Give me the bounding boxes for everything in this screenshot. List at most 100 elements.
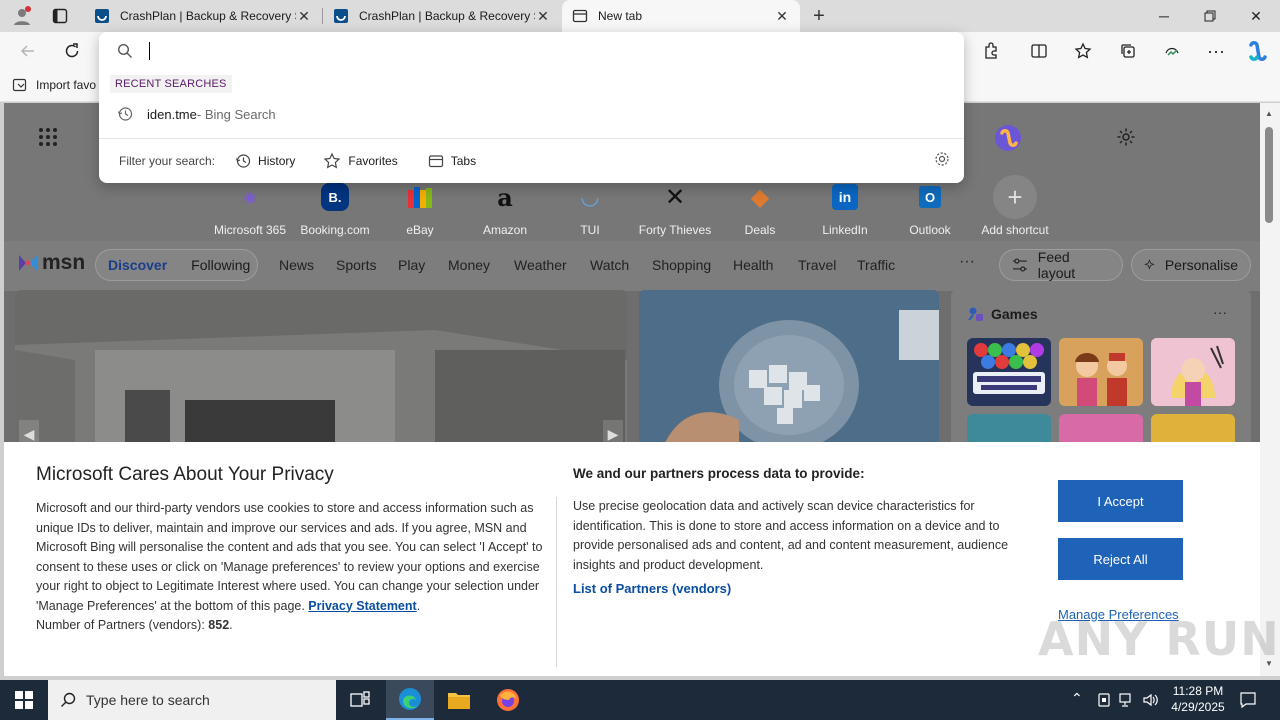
shortcut-ebay[interactable]: eBay bbox=[380, 175, 460, 237]
building-photo bbox=[15, 290, 627, 460]
back-arrow-icon[interactable] bbox=[13, 37, 43, 65]
hero-news-image[interactable]: ◀ ▶ bbox=[15, 290, 627, 460]
apps-grid-icon[interactable] bbox=[38, 127, 58, 150]
scrollbar-thumb[interactable] bbox=[1265, 127, 1273, 223]
more-menu-icon[interactable]: ··· bbox=[1201, 37, 1231, 65]
games-more-icon[interactable]: ··· bbox=[1213, 304, 1227, 320]
tab-title: New tab bbox=[598, 9, 643, 23]
nav-health[interactable]: Health bbox=[733, 257, 773, 273]
secondary-news-image[interactable] bbox=[639, 290, 939, 460]
collections-icon[interactable] bbox=[1113, 37, 1143, 65]
nav-watch[interactable]: Watch bbox=[590, 257, 629, 273]
copilot-icon[interactable] bbox=[1243, 37, 1273, 65]
refresh-icon[interactable] bbox=[57, 37, 87, 65]
personalise-button[interactable]: Personalise bbox=[1131, 249, 1251, 281]
tab-title: CrashPlan | Backup & Recovery S bbox=[359, 9, 535, 23]
filter-favorites-label: Favorites bbox=[348, 154, 398, 168]
nav-shopping[interactable]: Shopping bbox=[652, 257, 711, 273]
game-characters-image bbox=[1059, 338, 1143, 406]
close-tab-icon[interactable]: ✕ bbox=[535, 8, 551, 25]
shortcut-add[interactable]: + Add shortcut bbox=[975, 175, 1055, 237]
game-tile-bubble-shooter[interactable] bbox=[967, 338, 1051, 406]
shortcut-forty-thieves[interactable]: ✕ Forty Thieves bbox=[635, 175, 715, 238]
task-view-icon[interactable] bbox=[336, 680, 384, 720]
profile-icon[interactable] bbox=[8, 4, 36, 28]
feed-layout-label: Feed layout bbox=[1037, 249, 1076, 281]
shortcut-outlook[interactable]: O Outlook bbox=[890, 175, 970, 237]
accept-button[interactable]: I Accept bbox=[1058, 480, 1183, 522]
settings-gear-icon[interactable] bbox=[934, 151, 950, 167]
tab-crashplan-1[interactable]: CrashPlan | Backup & Recovery S ✕ bbox=[84, 0, 322, 32]
shortcut-linkedin[interactable]: in LinkedIn bbox=[805, 175, 885, 237]
tab-new-tab[interactable]: New tab ✕ bbox=[562, 0, 800, 32]
nav-more-icon[interactable]: ··· bbox=[959, 253, 975, 271]
address-bar-input[interactable] bbox=[155, 40, 935, 62]
favorites-star-icon[interactable] bbox=[1068, 37, 1098, 65]
scroll-up-icon[interactable]: ▲ bbox=[1265, 109, 1273, 118]
taskbar-search-box[interactable]: Type here to search bbox=[48, 680, 336, 720]
split-screen-icon[interactable] bbox=[1024, 37, 1054, 65]
feed-layout-button[interactable]: Feed layout bbox=[999, 249, 1123, 281]
nav-play[interactable]: Play bbox=[398, 257, 425, 273]
suggestion-item[interactable]: iden.tme - Bing Search bbox=[117, 106, 276, 122]
shortcut-label: TUI bbox=[580, 223, 600, 237]
list-of-partners-link[interactable]: List of Partners (vendors) bbox=[573, 581, 731, 596]
file-explorer-icon[interactable] bbox=[435, 680, 483, 720]
nav-news[interactable]: News bbox=[279, 257, 314, 273]
firefox-icon[interactable] bbox=[484, 680, 532, 720]
new-tab-plus-icon[interactable]: + bbox=[805, 4, 833, 28]
import-favorites-label: Import favo bbox=[36, 78, 97, 92]
notification-center-icon[interactable] bbox=[1239, 691, 1257, 709]
nav-weather[interactable]: Weather bbox=[514, 257, 567, 273]
dropdown-divider bbox=[99, 138, 964, 139]
shortcut-label: Add shortcut bbox=[981, 223, 1049, 237]
address-bar-dropdown: RECENT SEARCHES iden.tme - Bing Search F… bbox=[99, 32, 964, 183]
minimize-icon[interactable]: ─ bbox=[1141, 0, 1187, 32]
filter-tabs-button[interactable]: Tabs bbox=[428, 153, 476, 169]
close-tab-icon[interactable]: ✕ bbox=[296, 8, 312, 25]
close-window-icon[interactable]: ✕ bbox=[1233, 0, 1279, 32]
extensions-icon[interactable] bbox=[976, 37, 1006, 65]
restore-icon[interactable] bbox=[1187, 0, 1233, 32]
shortcut-tui[interactable]: ◡ TUI bbox=[550, 175, 630, 237]
system-clock[interactable]: 11:28 PM 4/29/2025 bbox=[1168, 683, 1228, 715]
nav-sports[interactable]: Sports bbox=[336, 257, 376, 273]
import-favorites-button[interactable]: Import favo bbox=[12, 77, 96, 93]
msn-logo[interactable]: msn bbox=[16, 251, 85, 275]
tab-following[interactable]: Following bbox=[191, 257, 250, 273]
filter-favorites-button[interactable]: Favorites bbox=[323, 152, 398, 170]
shortcut-amazon[interactable]: a Amazon bbox=[465, 175, 545, 238]
network-icon[interactable] bbox=[1118, 692, 1136, 708]
nav-money[interactable]: Money bbox=[448, 257, 490, 273]
nav-traffic[interactable]: Traffic bbox=[857, 257, 895, 273]
copilot-page-icon[interactable] bbox=[993, 123, 1023, 156]
edge-taskbar-icon[interactable] bbox=[386, 680, 434, 720]
anyrun-watermark: ANY RUN bbox=[1038, 612, 1280, 666]
crashplan-favicon-icon bbox=[95, 9, 109, 23]
linkedin-icon: in bbox=[832, 184, 858, 210]
shortcut-microsoft-365[interactable]: ◉ Microsoft 365 bbox=[210, 175, 290, 237]
crashplan-favicon-icon bbox=[334, 9, 348, 23]
performance-icon[interactable] bbox=[1157, 37, 1187, 65]
shortcut-label: Microsoft 365 bbox=[213, 223, 287, 237]
reject-all-button[interactable]: Reject All bbox=[1058, 538, 1183, 580]
tab-actions-icon[interactable] bbox=[46, 4, 74, 28]
tray-overflow-chevron-icon[interactable]: ⌃ bbox=[1071, 690, 1083, 707]
filter-history-button[interactable]: History bbox=[235, 153, 295, 169]
start-windows-icon[interactable] bbox=[0, 680, 48, 720]
page-settings-gear-icon[interactable] bbox=[1116, 127, 1136, 150]
tab-crashplan-2[interactable]: CrashPlan | Backup & Recovery S ✕ bbox=[323, 0, 561, 32]
close-tab-icon[interactable]: ✕ bbox=[774, 8, 790, 25]
tab-discover[interactable]: Discover bbox=[108, 257, 167, 273]
shortcut-deals[interactable]: ◆ Deals bbox=[720, 175, 800, 238]
game-tile-hotel[interactable] bbox=[1059, 338, 1143, 406]
volume-icon[interactable] bbox=[1142, 692, 1160, 708]
shortcut-booking[interactable]: B. Booking.com bbox=[295, 175, 375, 237]
shortcut-label: Amazon bbox=[482, 223, 528, 237]
discover-following-toggle: Discover Following bbox=[95, 249, 258, 281]
page-scrollbar[interactable]: ▲ ▼ bbox=[1260, 103, 1280, 676]
game-tile-fashion[interactable] bbox=[1151, 338, 1235, 406]
privacy-statement-link[interactable]: Privacy Statement bbox=[308, 599, 416, 613]
tray-device-icon[interactable] bbox=[1096, 692, 1112, 708]
nav-travel[interactable]: Travel bbox=[798, 257, 836, 273]
